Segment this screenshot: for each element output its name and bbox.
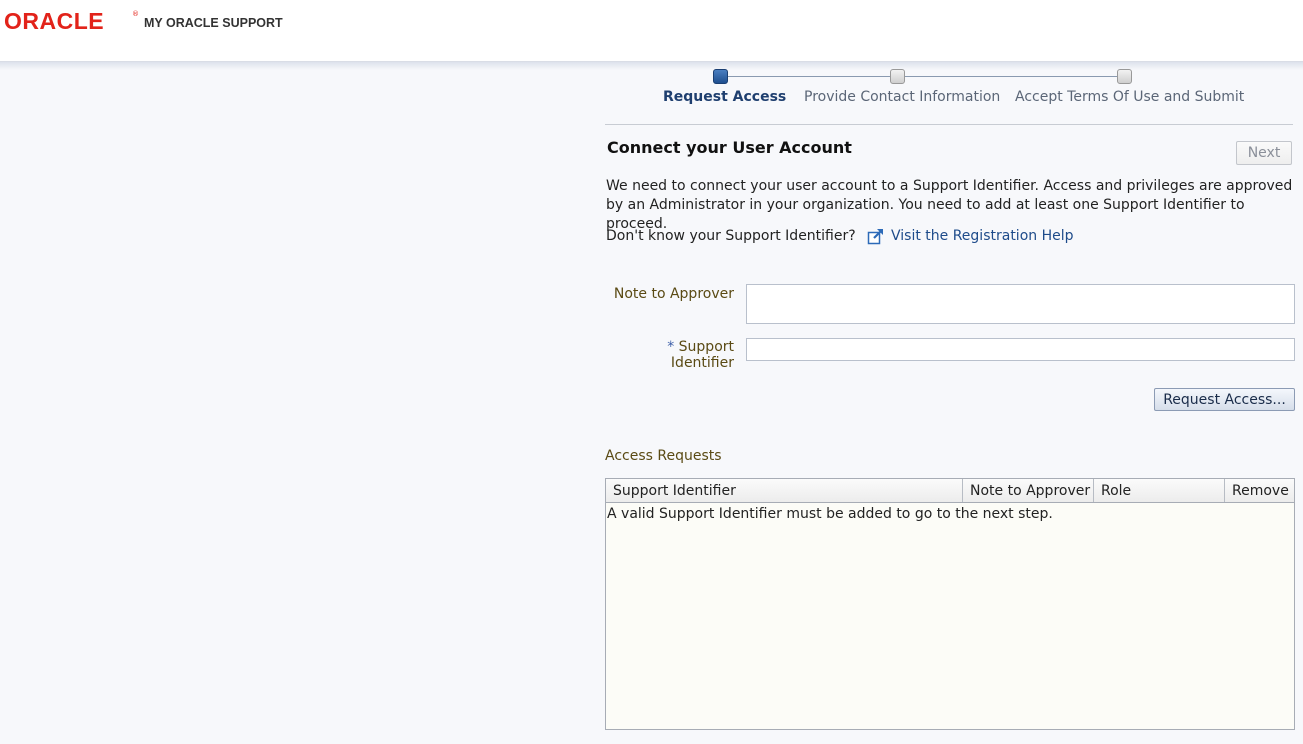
- next-button[interactable]: Next: [1236, 141, 1292, 165]
- header-shadow: [0, 62, 1303, 70]
- required-marker: *: [667, 339, 675, 355]
- support-identifier-label: Support Identifier: [670, 339, 734, 371]
- access-requests-table: Support Identifier Note to Approver Role…: [605, 478, 1295, 730]
- note-to-approver-input[interactable]: [746, 284, 1295, 324]
- train-label-request-access[interactable]: Request Access: [663, 89, 786, 105]
- page-title: Connect your User Account: [607, 138, 852, 157]
- registration-help-link[interactable]: Visit the Registration Help: [867, 227, 1074, 245]
- registered-mark: ®: [132, 10, 139, 18]
- train-label-contact-info: Provide Contact Information: [804, 89, 1001, 105]
- train-stop-contact-info: [890, 69, 905, 84]
- train-connector-1: [728, 76, 890, 77]
- train-stop-accept-terms: [1117, 69, 1132, 84]
- oracle-logo[interactable]: ORACLE: [4, 8, 104, 35]
- column-header-remove[interactable]: Remove: [1225, 479, 1294, 502]
- app-header: ORACLE ® MY ORACLE SUPPORT: [0, 0, 1303, 62]
- section-divider: [605, 124, 1293, 125]
- request-access-button[interactable]: Request Access...: [1154, 388, 1295, 411]
- train-stop-request-access[interactable]: [713, 69, 728, 84]
- table-header-row: Support Identifier Note to Approver Role…: [606, 479, 1294, 503]
- train-connector-2: [905, 76, 1117, 77]
- train-label-accept-terms: Accept Terms Of Use and Submit: [1015, 89, 1245, 105]
- support-identifier-label-wrap: * Support Identifier: [600, 339, 734, 371]
- empty-table-message: A valid Support Identifier must be added…: [607, 506, 1053, 522]
- registration-help-label[interactable]: Visit the Registration Help: [891, 228, 1074, 244]
- note-to-approver-label: Note to Approver: [613, 286, 734, 302]
- column-header-role[interactable]: Role: [1094, 479, 1225, 502]
- description-text: We need to connect your user account to …: [606, 178, 1293, 232]
- support-identifier-input[interactable]: [746, 338, 1295, 361]
- help-question: Don't know your Support Identifier?: [606, 228, 856, 244]
- column-header-note-to-approver[interactable]: Note to Approver: [963, 479, 1094, 502]
- access-requests-title: Access Requests: [605, 448, 722, 464]
- column-header-support-identifier[interactable]: Support Identifier: [606, 479, 963, 502]
- product-name: MY ORACLE SUPPORT: [144, 16, 283, 30]
- external-link-icon: [867, 229, 883, 245]
